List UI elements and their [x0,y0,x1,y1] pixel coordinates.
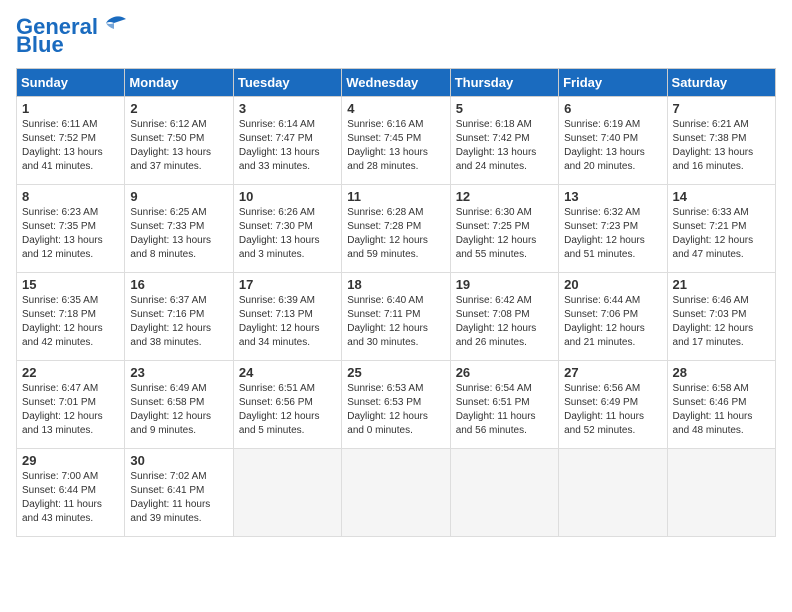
calendar-day: 25Sunrise: 6:53 AMSunset: 6:53 PMDayligh… [342,361,450,449]
weekday-header-row: SundayMondayTuesdayWednesdayThursdayFrid… [17,69,776,97]
calendar-day: 1Sunrise: 6:11 AMSunset: 7:52 PMDaylight… [17,97,125,185]
calendar-day: 18Sunrise: 6:40 AMSunset: 7:11 PMDayligh… [342,273,450,361]
calendar-day: 21Sunrise: 6:46 AMSunset: 7:03 PMDayligh… [667,273,775,361]
calendar-day: 9Sunrise: 6:25 AMSunset: 7:33 PMDaylight… [125,185,233,273]
calendar-day: 20Sunrise: 6:44 AMSunset: 7:06 PMDayligh… [559,273,667,361]
calendar-day: 3Sunrise: 6:14 AMSunset: 7:47 PMDaylight… [233,97,341,185]
calendar-day [233,449,341,537]
calendar-day: 17Sunrise: 6:39 AMSunset: 7:13 PMDayligh… [233,273,341,361]
calendar-day: 24Sunrise: 6:51 AMSunset: 6:56 PMDayligh… [233,361,341,449]
calendar-week-row: 1Sunrise: 6:11 AMSunset: 7:52 PMDaylight… [17,97,776,185]
calendar-day: 27Sunrise: 6:56 AMSunset: 6:49 PMDayligh… [559,361,667,449]
calendar-week-row: 29Sunrise: 7:00 AMSunset: 6:44 PMDayligh… [17,449,776,537]
calendar-week-row: 22Sunrise: 6:47 AMSunset: 7:01 PMDayligh… [17,361,776,449]
calendar-day: 16Sunrise: 6:37 AMSunset: 7:16 PMDayligh… [125,273,233,361]
logo-blue: Blue [16,34,64,56]
calendar-day: 6Sunrise: 6:19 AMSunset: 7:40 PMDaylight… [559,97,667,185]
calendar-day: 8Sunrise: 6:23 AMSunset: 7:35 PMDaylight… [17,185,125,273]
calendar-day: 30Sunrise: 7:02 AMSunset: 6:41 PMDayligh… [125,449,233,537]
calendar-day: 13Sunrise: 6:32 AMSunset: 7:23 PMDayligh… [559,185,667,273]
weekday-header: Monday [125,69,233,97]
weekday-header: Sunday [17,69,125,97]
calendar-day: 14Sunrise: 6:33 AMSunset: 7:21 PMDayligh… [667,185,775,273]
calendar-day: 10Sunrise: 6:26 AMSunset: 7:30 PMDayligh… [233,185,341,273]
calendar-day: 2Sunrise: 6:12 AMSunset: 7:50 PMDaylight… [125,97,233,185]
calendar-day: 29Sunrise: 7:00 AMSunset: 6:44 PMDayligh… [17,449,125,537]
calendar-day: 15Sunrise: 6:35 AMSunset: 7:18 PMDayligh… [17,273,125,361]
calendar-day: 23Sunrise: 6:49 AMSunset: 6:58 PMDayligh… [125,361,233,449]
page-header: General Blue [16,16,776,56]
calendar-day: 26Sunrise: 6:54 AMSunset: 6:51 PMDayligh… [450,361,558,449]
calendar-day: 28Sunrise: 6:58 AMSunset: 6:46 PMDayligh… [667,361,775,449]
calendar-day [342,449,450,537]
calendar-day: 22Sunrise: 6:47 AMSunset: 7:01 PMDayligh… [17,361,125,449]
logo-bird-icon [100,15,128,35]
calendar-day [559,449,667,537]
weekday-header: Saturday [667,69,775,97]
calendar-table: SundayMondayTuesdayWednesdayThursdayFrid… [16,68,776,537]
weekday-header: Tuesday [233,69,341,97]
calendar-week-row: 8Sunrise: 6:23 AMSunset: 7:35 PMDaylight… [17,185,776,273]
calendar-day: 12Sunrise: 6:30 AMSunset: 7:25 PMDayligh… [450,185,558,273]
calendar-day: 4Sunrise: 6:16 AMSunset: 7:45 PMDaylight… [342,97,450,185]
calendar-day: 5Sunrise: 6:18 AMSunset: 7:42 PMDaylight… [450,97,558,185]
weekday-header: Friday [559,69,667,97]
calendar-week-row: 15Sunrise: 6:35 AMSunset: 7:18 PMDayligh… [17,273,776,361]
calendar-day [450,449,558,537]
calendar-day: 11Sunrise: 6:28 AMSunset: 7:28 PMDayligh… [342,185,450,273]
calendar-day: 7Sunrise: 6:21 AMSunset: 7:38 PMDaylight… [667,97,775,185]
weekday-header: Thursday [450,69,558,97]
weekday-header: Wednesday [342,69,450,97]
logo: General Blue [16,16,128,56]
calendar-day: 19Sunrise: 6:42 AMSunset: 7:08 PMDayligh… [450,273,558,361]
calendar-day [667,449,775,537]
